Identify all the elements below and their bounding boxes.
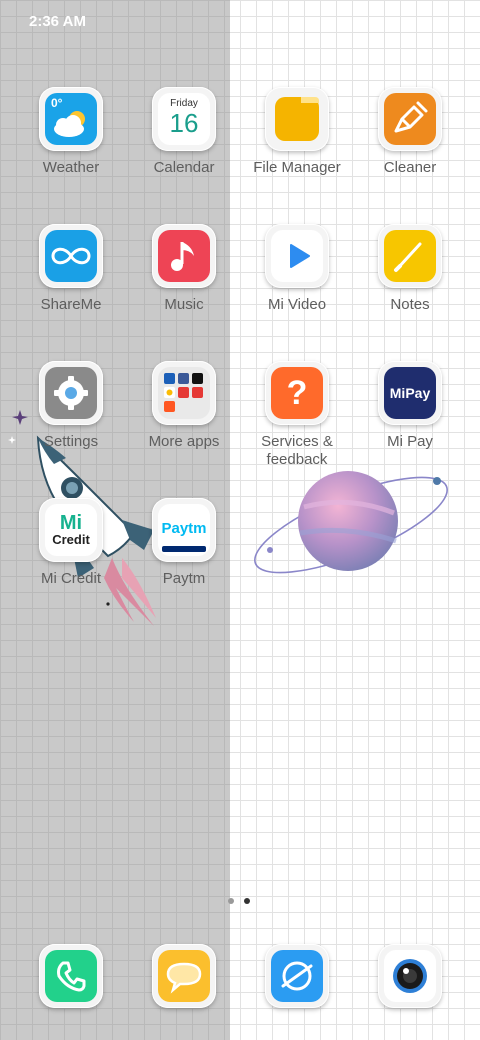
app-weather[interactable]: 0° Weather <box>15 87 127 177</box>
question-mark-icon: ? <box>271 367 323 419</box>
app-music[interactable]: Music <box>128 224 240 314</box>
page-dot-1[interactable] <box>228 898 234 904</box>
message-icon <box>158 950 210 1002</box>
app-label: Mi Video <box>267 296 327 313</box>
music-note-icon <box>158 230 210 282</box>
dock-camera[interactable] <box>354 944 466 1008</box>
browser-icon-frame <box>265 944 329 1008</box>
folder-icon-frame <box>152 361 216 425</box>
play-icon <box>271 230 323 282</box>
dock-messages[interactable] <box>128 944 240 1008</box>
app-label: File Manager <box>253 159 341 176</box>
calendar-icon-frame: Friday 16 <box>152 87 216 151</box>
paytm-logo-bar <box>162 546 206 552</box>
mi-pay-icon-frame: MiPay <box>378 361 442 425</box>
planet-illustration <box>254 471 448 574</box>
app-services-feedback[interactable]: ? Services & feedback <box>241 361 353 469</box>
camera-icon-frame <box>378 944 442 1008</box>
app-label: Weather <box>42 159 100 176</box>
page-indicator[interactable] <box>228 898 252 906</box>
paytm-logo-text: Paytm <box>161 519 207 537</box>
app-mi-pay[interactable]: MiPay Mi Pay <box>354 361 466 451</box>
mi-credit-logo-top: Mi <box>59 512 83 534</box>
mi-pay-logo-text: MiPay <box>389 385 431 401</box>
app-label: Calendar <box>153 159 215 176</box>
shareme-icon-frame <box>39 224 103 288</box>
dock-phone[interactable] <box>15 944 127 1008</box>
mi-credit-icon-frame: Mi Credit <box>39 498 103 562</box>
app-label: Paytm <box>162 570 206 587</box>
notes-icon-frame <box>378 224 442 288</box>
app-mi-credit[interactable]: Mi Credit Mi Credit <box>15 498 127 588</box>
page-dot-2[interactable] <box>244 898 250 904</box>
messages-icon-frame <box>152 944 216 1008</box>
app-file-manager[interactable]: File Manager <box>241 87 353 177</box>
folder-icon <box>271 93 323 145</box>
app-shareme[interactable]: ShareMe <box>15 224 127 314</box>
calendar-weekday: Friday <box>170 97 198 109</box>
app-label: ShareMe <box>40 296 102 313</box>
app-folder-more-apps[interactable]: More apps <box>128 361 240 451</box>
mi-credit-logo-icon: Mi Credit <box>45 504 97 556</box>
paytm-logo-icon: Paytm <box>158 504 210 556</box>
camera-icon <box>384 950 436 1002</box>
browser-icon <box>271 950 323 1002</box>
app-mi-video[interactable]: Mi Video <box>241 224 353 314</box>
gear-icon <box>45 367 97 419</box>
file-manager-icon-frame <box>265 87 329 151</box>
app-paytm[interactable]: Paytm Paytm <box>128 498 240 588</box>
mi-credit-logo-bottom: Credit <box>52 532 90 547</box>
settings-icon-frame <box>39 361 103 425</box>
weather-icon: 0° <box>45 93 97 145</box>
music-icon-frame <box>152 224 216 288</box>
app-label: Mi Pay <box>387 433 433 450</box>
weather-icon-frame: 0° <box>39 87 103 151</box>
app-folder-icon <box>158 367 210 419</box>
status-time: 2:36 AM <box>29 13 86 30</box>
app-label: Cleaner <box>383 159 437 176</box>
dock-browser[interactable] <box>241 944 353 1008</box>
calendar-icon: Friday 16 <box>158 93 210 145</box>
phone-icon <box>45 950 97 1002</box>
status-bar: 2:36 AM <box>0 0 480 44</box>
pen-icon <box>384 230 436 282</box>
app-label: More apps <box>148 433 220 450</box>
app-calendar[interactable]: Friday 16 Calendar <box>128 87 240 177</box>
services-icon-frame: ? <box>265 361 329 425</box>
cleaner-icon-frame <box>378 87 442 151</box>
broom-icon <box>384 93 436 145</box>
paytm-icon-frame: Paytm <box>152 498 216 562</box>
calendar-day: 16 <box>169 107 199 138</box>
app-label: Music <box>164 296 204 313</box>
app-label: Mi Credit <box>40 570 101 587</box>
infinity-icon <box>45 230 97 282</box>
app-cleaner[interactable]: Cleaner <box>354 87 466 177</box>
app-label: Services & feedback <box>261 433 333 468</box>
app-label: Settings <box>43 433 99 450</box>
mi-video-icon-frame <box>265 224 329 288</box>
app-label: Notes <box>390 296 430 313</box>
app-notes[interactable]: Notes <box>354 224 466 314</box>
home-screen: 2:36 AM 0° Weather Friday 16 Calendar Fi… <box>0 0 480 1040</box>
phone-icon-frame <box>39 944 103 1008</box>
mi-pay-logo-icon: MiPay <box>384 367 436 419</box>
app-settings[interactable]: Settings <box>15 361 127 451</box>
